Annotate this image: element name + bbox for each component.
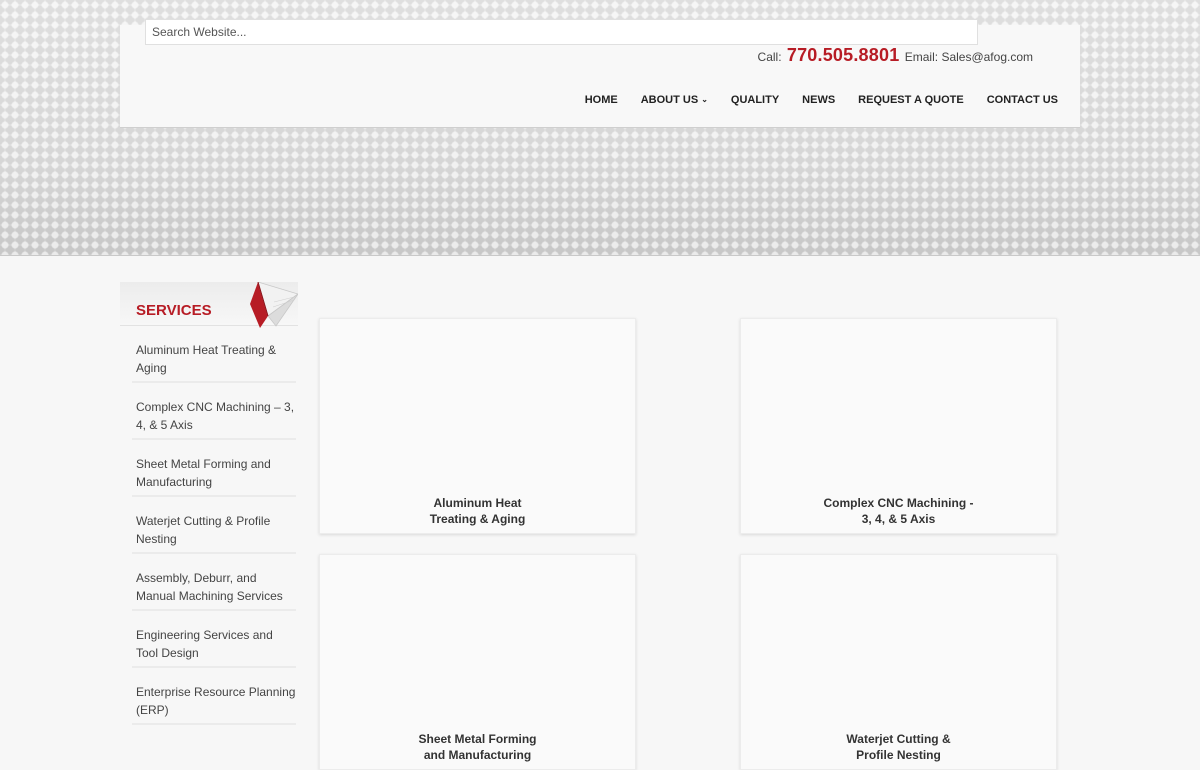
service-card-heat-treating[interactable]: Aluminum Heat Treating & Aging [319,318,636,534]
nav-contact-us[interactable]: CONTACT US [987,94,1058,106]
card-label: Waterjet Cutting & Profile Nesting [846,732,951,762]
services-sidebar: SERVICES Aluminum Heat Treating & Aging … [120,282,298,725]
nav-request-quote[interactable]: REQUEST A QUOTE [858,94,964,106]
paper-plane-icon [250,282,298,328]
service-card-waterjet[interactable]: Waterjet Cutting & Profile Nesting [740,554,1057,770]
main-nav: HOME ABOUT US ⌄ QUALITY NEWS REQUEST A QU… [585,94,1058,106]
sidebar-header: SERVICES [120,282,298,328]
call-label: Call: [757,50,782,64]
service-card-sheet-metal[interactable]: Sheet Metal Forming and Manufacturing [319,554,636,770]
sidebar-item-sheet-metal[interactable]: Sheet Metal Forming and Manufacturing [132,440,296,497]
service-card-cnc-machining[interactable]: Complex CNC Machining - 3, 4, & 5 Axis [740,318,1057,534]
card-label: Sheet Metal Forming and Manufacturing [418,732,537,762]
phone-number[interactable]: 770.505.8801 [787,45,900,65]
sidebar-title: SERVICES [136,302,212,319]
card-label: Aluminum Heat Treating & Aging [429,496,526,526]
sidebar-item-cnc-machining[interactable]: Complex CNC Machining – 3, 4, & 5 Axis [132,383,296,440]
nav-quality[interactable]: QUALITY [731,94,779,106]
sidebar-list: Aluminum Heat Treating & Aging Complex C… [132,326,296,725]
email-link[interactable]: Sales@afog.com [941,50,1033,64]
chevron-down-icon: ⌄ [701,95,708,104]
sidebar-item-assembly[interactable]: Assembly, Deburr, and Manual Machining S… [132,554,296,611]
search-input[interactable] [145,19,978,45]
card-label: Complex CNC Machining - 3, 4, & 5 Axis [823,496,974,526]
nav-about-label: ABOUT US [640,94,699,106]
nav-about-us[interactable]: ABOUT US ⌄ [641,94,708,106]
nav-news[interactable]: NEWS [802,94,835,106]
sidebar-item-engineering[interactable]: Engineering Services and Tool Design [132,611,296,668]
sidebar-item-erp[interactable]: Enterprise Resource Planning (ERP) [132,668,296,725]
sidebar-item-heat-treating[interactable]: Aluminum Heat Treating & Aging [132,326,296,383]
sidebar-item-waterjet[interactable]: Waterjet Cutting & Profile Nesting [132,497,296,554]
nav-home[interactable]: HOME [585,94,618,106]
email-label: Email: [904,50,939,64]
contact-info: Call: 770.505.8801 Email: Sales@afog.com [758,45,1033,66]
